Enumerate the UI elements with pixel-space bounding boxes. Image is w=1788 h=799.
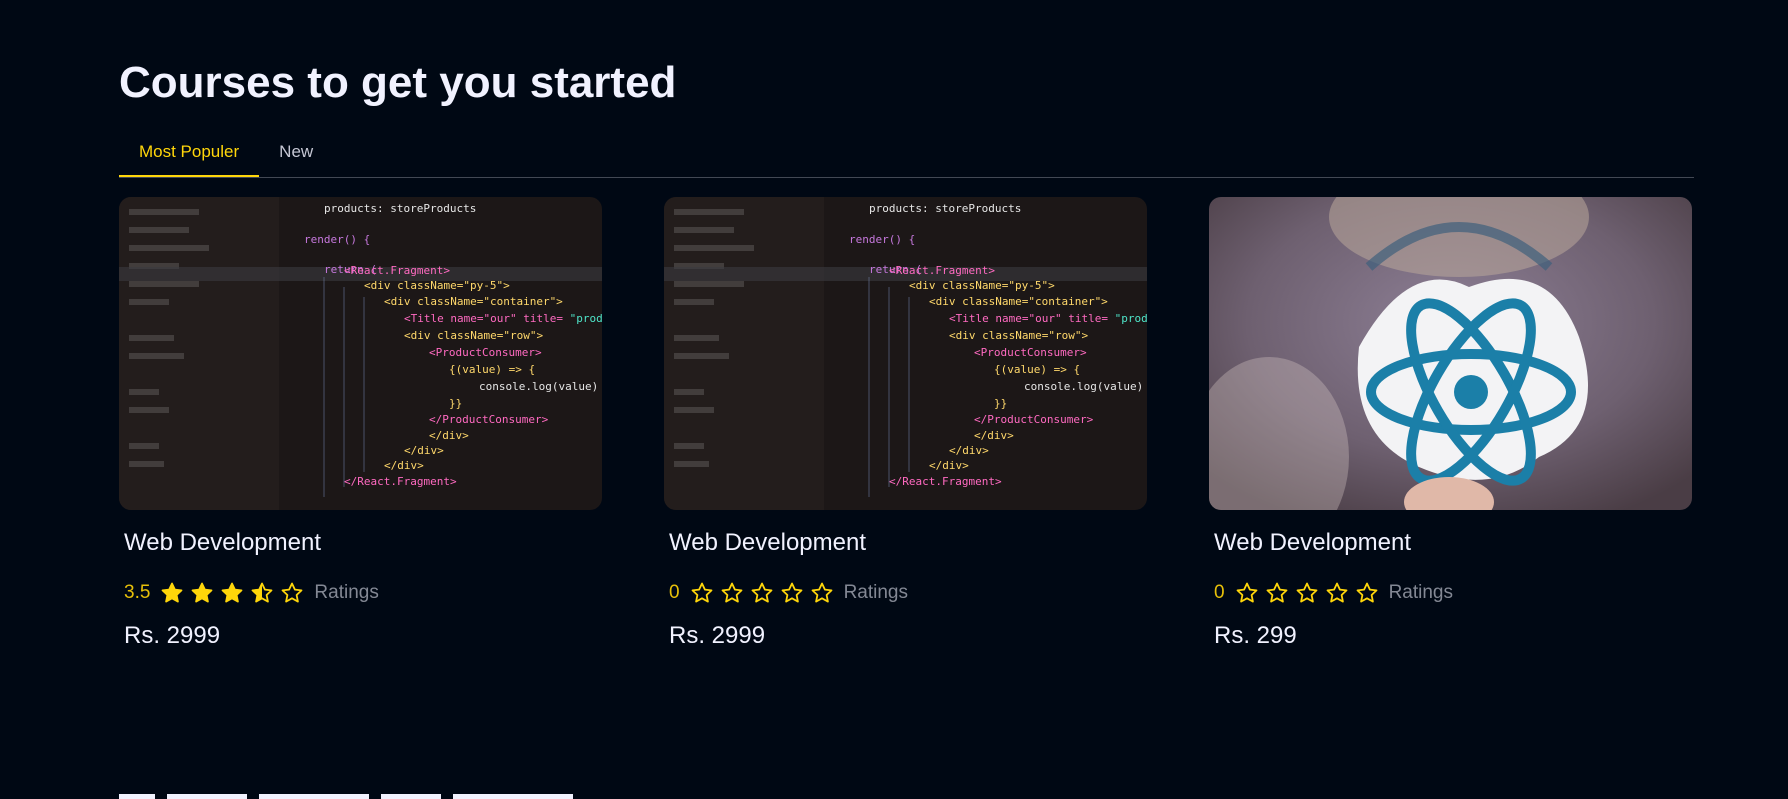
svg-text:<div className="row">: <div className="row"> xyxy=(404,329,543,342)
rating-value: 0 xyxy=(1214,582,1225,603)
svg-text:</div>: </div> xyxy=(974,429,1014,442)
svg-text:</div>: </div> xyxy=(384,459,424,472)
svg-text:render() {: render() { xyxy=(304,233,370,246)
rating-value: 3.5 xyxy=(124,582,151,603)
svg-text:products: storeProducts: products: storeProducts xyxy=(869,202,1021,215)
svg-text:products: storeProducts: products: storeProducts xyxy=(324,202,476,215)
svg-text:<div className="row">: <div className="row"> xyxy=(949,329,1088,342)
star-empty-icon xyxy=(811,582,832,603)
rating-stars xyxy=(690,581,834,605)
tab-new[interactable]: New xyxy=(259,132,333,177)
section-title: Courses to get you started xyxy=(119,58,677,107)
star-full-icon xyxy=(192,582,213,603)
ratings-label: Ratings xyxy=(843,582,908,603)
course-card-list: products: storeProducts render() { retur… xyxy=(119,197,1694,650)
course-title: Web Development xyxy=(1214,529,1411,556)
star-half-icon xyxy=(252,582,273,603)
svg-text:console.log(value): console.log(value) xyxy=(479,380,598,393)
svg-text:render() {: render() { xyxy=(849,233,915,246)
star-empty-icon xyxy=(721,582,742,603)
svg-text:{(value) => {: {(value) => { xyxy=(994,363,1080,376)
svg-text:<ProductConsumer>: <ProductConsumer> xyxy=(429,346,542,359)
rating-stars xyxy=(160,581,304,605)
star-full-icon xyxy=(222,582,243,603)
rating-row: 0 Ratings xyxy=(1214,580,1692,606)
star-empty-icon xyxy=(1266,582,1287,603)
course-card[interactable]: Web Development 0 Ratings Rs. 299 xyxy=(1209,197,1692,650)
star-full-icon xyxy=(162,582,183,603)
svg-text:</div>: </div> xyxy=(429,429,469,442)
svg-text:<div className="container">: <div className="container"> xyxy=(929,295,1108,308)
course-thumbnail xyxy=(1209,197,1692,510)
rating-row: 3.5 Ratings xyxy=(124,580,602,606)
next-section-heading-partial xyxy=(119,790,639,799)
svg-text:{(value) => {: {(value) => { xyxy=(449,363,535,376)
star-empty-icon xyxy=(781,582,802,603)
course-title: Web Development xyxy=(124,529,321,556)
star-empty-icon xyxy=(691,582,712,603)
svg-text:<div className="py-5">: <div className="py-5"> xyxy=(909,279,1055,292)
svg-text:<Title name="our" title= "prod: <Title name="our" title= "product xyxy=(949,312,1147,325)
star-empty-icon xyxy=(751,582,772,603)
star-empty-icon xyxy=(1296,582,1317,603)
rating-value: 0 xyxy=(669,582,680,603)
rating-stars xyxy=(1235,581,1379,605)
rating-row: 0 Ratings xyxy=(669,580,1147,606)
svg-text:<ProductConsumer>: <ProductConsumer> xyxy=(974,346,1087,359)
ratings-label: Ratings xyxy=(1388,582,1453,603)
svg-text:</div>: </div> xyxy=(949,444,989,457)
svg-text:console.log(value): console.log(value) xyxy=(1024,380,1143,393)
svg-text:</React.Fragment>: </React.Fragment> xyxy=(889,475,1002,488)
svg-text:</React.Fragment>: </React.Fragment> xyxy=(344,475,457,488)
svg-text:}}: }} xyxy=(449,397,462,410)
course-title: Web Development xyxy=(669,529,866,556)
course-thumbnail: products: storeProducts render() { retur… xyxy=(119,197,602,510)
course-thumbnail: products: storeProducts render() { retur… xyxy=(664,197,1147,510)
svg-text:</div>: </div> xyxy=(929,459,969,472)
svg-text:<Title name="our" title= "prod: <Title name="our" title= "product xyxy=(404,312,602,325)
star-empty-icon xyxy=(282,582,303,603)
tab-most-popular[interactable]: Most Populer xyxy=(119,132,260,177)
course-card[interactable]: products: storeProducts render() { retur… xyxy=(664,197,1147,650)
svg-text:</ProductConsumer>: </ProductConsumer> xyxy=(429,413,549,426)
svg-text:<div className="py-5">: <div className="py-5"> xyxy=(364,279,510,292)
course-card[interactable]: products: storeProducts render() { retur… xyxy=(119,197,602,650)
course-price: Rs. 2999 xyxy=(669,622,766,649)
svg-text:}}: }} xyxy=(994,397,1007,410)
star-empty-icon xyxy=(1356,582,1377,603)
star-empty-icon xyxy=(1236,582,1257,603)
svg-text:<React.Fragment>: <React.Fragment> xyxy=(889,264,995,277)
svg-text:</div>: </div> xyxy=(404,444,444,457)
course-price: Rs. 2999 xyxy=(124,622,221,649)
course-tabs: Most Populer New xyxy=(119,132,1694,178)
svg-text:<div className="container">: <div className="container"> xyxy=(384,295,563,308)
star-empty-icon xyxy=(1326,582,1347,603)
svg-text:<React.Fragment>: <React.Fragment> xyxy=(344,264,450,277)
ratings-label: Ratings xyxy=(314,582,379,603)
svg-text:</ProductConsumer>: </ProductConsumer> xyxy=(974,413,1094,426)
page: Courses to get you started Most Populer … xyxy=(0,0,1788,799)
course-price: Rs. 299 xyxy=(1214,622,1297,649)
